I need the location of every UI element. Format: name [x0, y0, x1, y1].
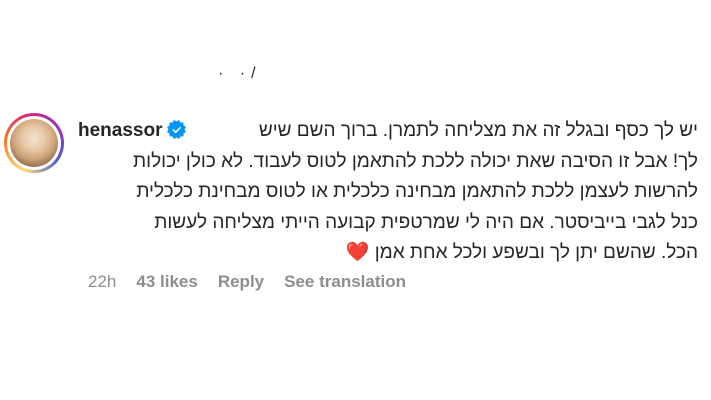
comment-line-3: להרשות לעצמן ללכת להתאמן מבחינה כלכלית א…	[136, 181, 698, 202]
truncated-previous-text: · ·/	[218, 66, 262, 78]
comment-timestamp[interactable]: 22h	[88, 272, 116, 292]
comment-line-5: הכל. שהשם יתן לך ובשפע ולכל אחת אמן	[374, 242, 698, 263]
avatar-story-ring[interactable]	[4, 113, 64, 173]
comment-meta: 22h 43 likes Reply See translation	[88, 272, 406, 292]
reply-button[interactable]: Reply	[218, 272, 264, 292]
comment-author: henassor	[78, 116, 187, 147]
likes-count-button[interactable]: 43 likes	[136, 272, 197, 292]
avatar[interactable]	[10, 119, 58, 167]
heart-emoji-icon: ❤️	[345, 242, 370, 263]
username-link[interactable]: henassor	[78, 120, 162, 141]
comment-line-2: לך! אבל זו הסיבה שאת יכולה ללכת להתאמן ל…	[133, 150, 698, 172]
comment: henassor יש לך כסף ובגלל זה את מצליחה לת…	[78, 116, 698, 269]
comment-body: henassor יש לך כסף ובגלל זה את מצליחה לת…	[78, 116, 698, 269]
comment-line-1: יש לך כסף ובגלל זה את מצליחה לתמרן. ברוך…	[258, 120, 698, 141]
comment-line-4: כנל לגבי בייביסטר. אם היה לי שמרטפית קבו…	[154, 211, 698, 233]
verified-badge-icon	[167, 120, 187, 139]
see-translation-button[interactable]: See translation	[284, 272, 406, 292]
